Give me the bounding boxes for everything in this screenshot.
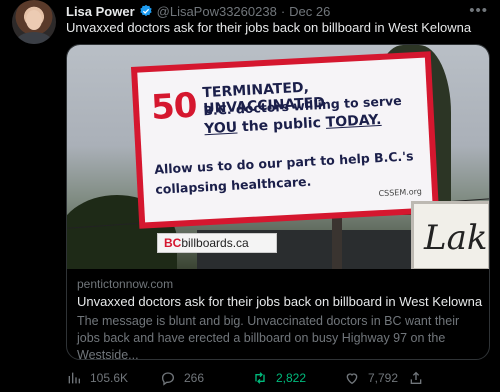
author-name[interactable]: Lisa Power [66, 4, 135, 19]
billboard-today: TODAY. [325, 111, 382, 131]
lake-sign: Lak [411, 201, 489, 269]
avatar[interactable] [12, 0, 56, 44]
avatar-face [26, 10, 42, 30]
retweet-icon [255, 372, 265, 384]
verified-badge-icon [139, 4, 152, 17]
reply-count: 266 [184, 371, 205, 385]
lake-sign-text: Lak [424, 218, 488, 258]
retweet-button[interactable]: 2,822 [252, 370, 306, 386]
tweet-text: Unvaxxed doctors ask for their jobs back… [66, 20, 472, 35]
vendor-sign-bc: BC [164, 236, 182, 250]
views-icon [68, 372, 80, 384]
action-bar: 105.6K 266 2,822 7,792 [66, 368, 490, 388]
card-domain: pentictonnow.com [77, 277, 174, 291]
views-count: 105.6K [90, 371, 129, 385]
billboard-site: CSSEM.org [378, 186, 423, 199]
like-icon [346, 373, 358, 385]
avatar-shoulders [16, 32, 52, 44]
link-card[interactable]: 50 TERMINATED, UNVACCINATED B.C. doctors… [66, 44, 490, 360]
billboard-public: the public [236, 114, 327, 136]
card-description: The message is blunt and big. Unvaccinat… [77, 314, 460, 360]
tweet-header: Lisa Power @LisaPow33260238 · Dec 26 [66, 2, 330, 20]
card-title: Unvaxxed doctors ask for their jobs back… [77, 294, 483, 309]
views-button[interactable]: 105.6K [66, 370, 128, 386]
separator-dot: · [280, 3, 286, 19]
card-meta[interactable]: pentictonnow.com Unvaxxed doctors ask fo… [67, 269, 489, 360]
billboard-you: YOU [203, 119, 238, 138]
vendor-sign-rest: billboards.ca [181, 236, 249, 250]
author-handle[interactable]: @LisaPow33260238 [157, 4, 277, 19]
vendor-sign: BC billboards.ca [157, 233, 277, 253]
billboard-face: 50 TERMINATED, UNVACCINATED B.C. doctors… [137, 57, 433, 223]
more-icon[interactable]: ••• [469, 2, 488, 19]
reply-icon [161, 372, 175, 386]
card-image[interactable]: 50 TERMINATED, UNVACCINATED B.C. doctors… [67, 45, 489, 269]
share-icon [410, 371, 422, 384]
tweet-date[interactable]: Dec 26 [289, 4, 330, 19]
billboard-number: 50 [150, 85, 198, 128]
billboard-line-4: Allow us to do our part to help B.C.'s [153, 148, 414, 177]
billboard-line-5: collapsing healthcare. [155, 173, 312, 197]
like-button[interactable]: 7,792 [344, 370, 398, 386]
retweet-count: 2,822 [276, 371, 307, 385]
tweet[interactable]: Lisa Power @LisaPow33260238 · Dec 26 •••… [0, 0, 500, 392]
billboard: 50 TERMINATED, UNVACCINATED B.C. doctors… [130, 51, 440, 229]
like-count: 7,792 [368, 371, 399, 385]
reply-button[interactable]: 266 [160, 370, 204, 386]
share-button[interactable] [408, 370, 424, 386]
